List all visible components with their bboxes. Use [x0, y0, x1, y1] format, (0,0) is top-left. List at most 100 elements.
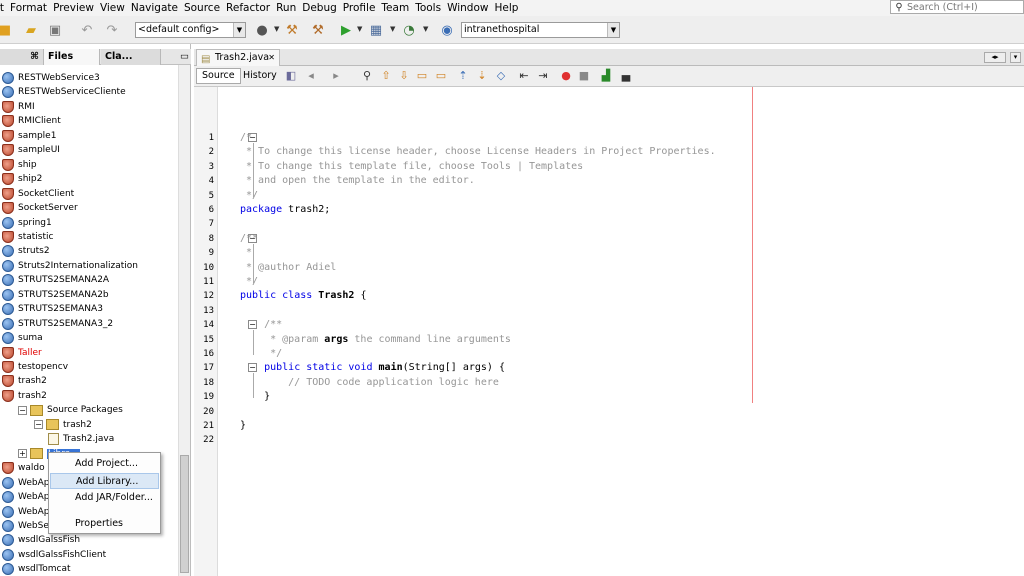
history-button[interactable]: History	[237, 68, 283, 84]
last-edit-icon[interactable]: ◧	[284, 69, 298, 83]
forward-icon[interactable]: ▸	[329, 69, 343, 83]
tree-item[interactable]: suma	[2, 331, 43, 345]
comment-icon[interactable]: ▟	[599, 69, 613, 83]
tree-item[interactable]: SocketServer	[2, 201, 78, 215]
tree-item[interactable]: Taller	[2, 346, 42, 360]
tree-item[interactable]: wsdlGalssFish	[2, 533, 80, 547]
menu-run[interactable]: Run	[273, 0, 299, 16]
tree-item[interactable]: RESTWebService3	[2, 71, 100, 85]
redo-icon[interactable]: ↷	[103, 21, 121, 39]
menu-source[interactable]: Source	[181, 0, 223, 16]
debug-icon[interactable]: ▦	[367, 21, 385, 39]
new-project-icon[interactable]: ■	[0, 21, 14, 39]
tree-item[interactable]: wsdlGalssFishClient	[2, 548, 106, 562]
chevron-down-icon[interactable]: ▼	[423, 25, 428, 33]
tree-item[interactable]: trash2	[2, 374, 47, 388]
expand-toggle-icon[interactable]: +	[18, 449, 27, 459]
run-icon[interactable]: ▶	[337, 21, 355, 39]
menu-item-add-library[interactable]: Add Library...	[50, 473, 159, 489]
tree-item[interactable]: STRUTS2SEMANA2A	[2, 273, 109, 287]
tab-classes[interactable]: Cla...	[101, 49, 161, 65]
tree-item[interactable]: sample1	[2, 129, 56, 143]
back-icon[interactable]: ◂	[304, 69, 318, 83]
tree-item[interactable]: statistic	[2, 230, 53, 244]
find-next-icon[interactable]: ⇩	[397, 69, 411, 83]
tree-item[interactable]: trash2	[2, 389, 47, 403]
minimize-icon[interactable]: ▭	[176, 49, 191, 65]
tree-item[interactable]: sampleUI	[2, 143, 60, 157]
menu-debug[interactable]: Debug	[299, 0, 340, 16]
expand-toggle-icon[interactable]: −	[18, 405, 27, 415]
window-menu-icon[interactable]: ▾	[1010, 52, 1021, 63]
menu-format[interactable]: Format	[7, 0, 50, 16]
previous-bookmark-icon[interactable]: ⇡	[456, 69, 470, 83]
chevron-down-icon[interactable]: ▼	[390, 25, 395, 33]
uncomment-icon[interactable]: ▄	[619, 69, 633, 83]
tree-item[interactable]: struts2	[2, 244, 50, 258]
menu-view[interactable]: View	[97, 0, 128, 16]
tree-item[interactable]: − trash2	[34, 418, 92, 432]
undo-icon[interactable]: ↶	[78, 21, 96, 39]
menu-edit[interactable]: it	[0, 0, 7, 16]
clean-build-icon[interactable]: ⚒	[309, 21, 327, 39]
menu-tools[interactable]: Tools	[412, 0, 444, 16]
close-icon[interactable]: ✕	[268, 50, 275, 66]
close-icon[interactable]: ⌘	[30, 51, 39, 62]
tree-item[interactable]: WebAp	[2, 490, 50, 504]
menu-navigate[interactable]: Navigate	[128, 0, 181, 16]
tree-item[interactable]: ship	[2, 158, 37, 172]
menu-team[interactable]: Team	[378, 0, 412, 16]
tab-projects[interactable]: ⌘	[0, 49, 44, 65]
tree-item[interactable]: STRUTS2SEMANA3_2	[2, 317, 113, 331]
tree-item[interactable]: SocketClient	[2, 187, 74, 201]
tree-item[interactable]: RMI	[2, 100, 35, 114]
tab-files[interactable]: Files	[44, 49, 100, 65]
tree-item[interactable]: − Source Packages	[18, 403, 123, 417]
tree-item[interactable]: WebSe	[2, 519, 49, 533]
tree-item[interactable]: WebAp	[2, 476, 50, 490]
menu-preview[interactable]: Preview	[50, 0, 97, 16]
menu-item-properties[interactable]: Properties	[50, 516, 159, 532]
menu-item-add-project[interactable]: Add Project...	[50, 456, 159, 472]
expand-toggle-icon[interactable]: −	[34, 420, 43, 430]
tab-trash2-java[interactable]: ▤ Trash2.java ✕	[196, 49, 280, 66]
next-bookmark-icon[interactable]: ⇣	[475, 69, 489, 83]
build-icon[interactable]: ⚒	[283, 21, 301, 39]
stop-macro-icon[interactable]: ■	[577, 69, 591, 83]
tree-item[interactable]: RESTWebServiceCliente	[2, 85, 126, 99]
project-combo[interactable]: intranethospital ▼	[461, 22, 620, 38]
tree-item[interactable]: waldo	[2, 461, 45, 475]
menu-item-add-jar-folder[interactable]: Add JAR/Folder...	[50, 490, 159, 506]
profile-icon[interactable]: ◔	[400, 21, 418, 39]
tree-item[interactable]: testopencv	[2, 360, 68, 374]
scrollbar-thumb[interactable]	[180, 455, 189, 573]
tree-item[interactable]: wsdlTomcat	[2, 562, 71, 576]
code-editor[interactable]: − − − −/* * To change this license header, …	[218, 87, 1024, 576]
find-previous-icon[interactable]: ⇧	[379, 69, 393, 83]
tree-item[interactable]: STRUTS2SEMANA3	[2, 302, 103, 316]
toggle-rect-selection-icon[interactable]: ◇	[494, 69, 508, 83]
tree-item[interactable]: spring1	[2, 216, 52, 230]
toggle-highlight-icon[interactable]: ▭	[415, 69, 429, 83]
chevron-down-icon[interactable]: ▼	[357, 25, 362, 33]
config-combo[interactable]: <default config> ▼	[135, 22, 246, 38]
vertical-scrollbar[interactable]	[178, 65, 190, 576]
tree-item[interactable]: STRUTS2SEMANA2b	[2, 288, 109, 302]
tree-item[interactable]: Struts2Internationalization	[2, 259, 138, 273]
tree-item[interactable]: Trash2.java	[48, 432, 114, 446]
start-macro-icon[interactable]: ●	[559, 69, 573, 83]
menu-window[interactable]: Window	[444, 0, 491, 16]
menu-refactor[interactable]: Refactor	[223, 0, 273, 16]
find-icon[interactable]: ⚲	[360, 69, 374, 83]
save-all-icon[interactable]: ▣	[46, 21, 64, 39]
search-input[interactable]: ⚲ Search (Ctrl+I)	[890, 0, 1024, 14]
source-button[interactable]: Source	[196, 68, 241, 84]
open-project-icon[interactable]: ▰	[22, 21, 40, 39]
globe-icon[interactable]: ●	[253, 21, 271, 39]
menu-profile[interactable]: Profile	[340, 0, 379, 16]
chevron-down-icon[interactable]: ▼	[274, 25, 279, 33]
toggle-bookmark-icon[interactable]: ▭	[434, 69, 448, 83]
shift-right-icon[interactable]: ⇥	[536, 69, 550, 83]
tree-item[interactable]: RMIClient	[2, 114, 61, 128]
menu-help[interactable]: Help	[491, 0, 521, 16]
